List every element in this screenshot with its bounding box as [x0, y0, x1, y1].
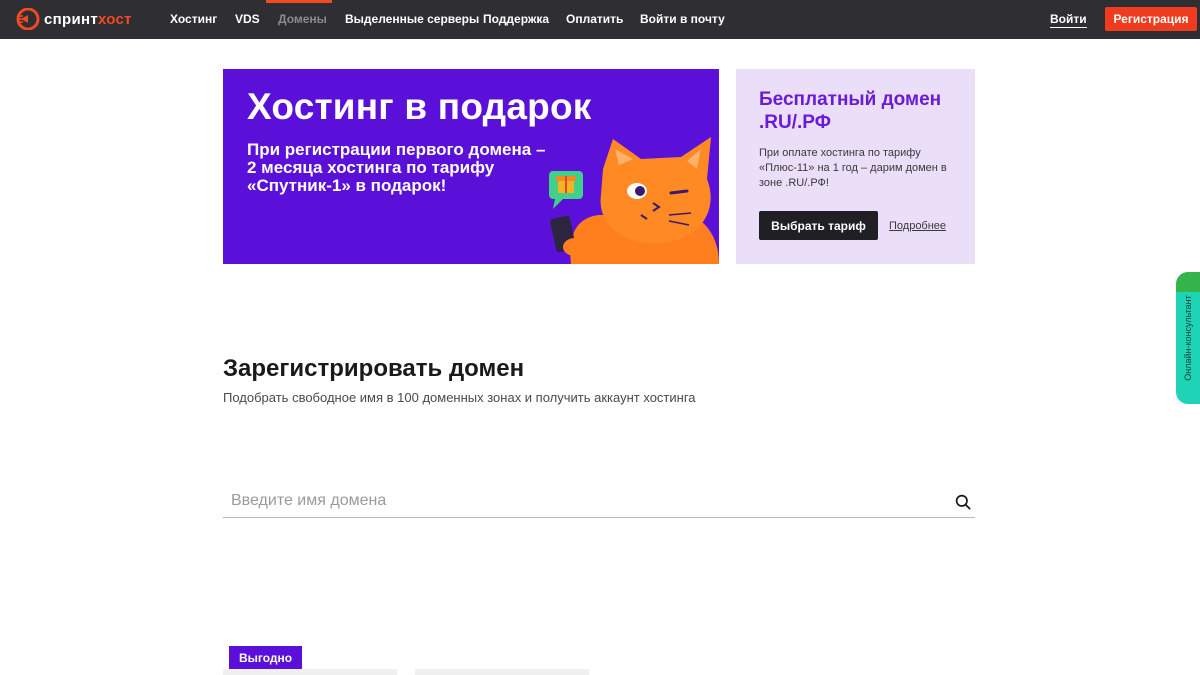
tariff-card-edge	[415, 669, 589, 675]
register-domain-subtitle: Подобрать свободное имя в 100 доменных з…	[223, 390, 696, 405]
domain-search-box	[223, 486, 975, 518]
promo-banner-free-domain: Бесплатный домен .RU/.РФ При оплате хост…	[736, 69, 975, 264]
nav-item-pay[interactable]: Оплатить	[566, 12, 623, 26]
nav-item-vds[interactable]: VDS	[235, 12, 260, 26]
nav-item-hosting[interactable]: Хостинг	[170, 12, 217, 26]
consultant-tab-cap	[1176, 272, 1200, 292]
side-promo-title: Бесплатный домен .RU/.РФ	[759, 89, 942, 133]
nav-item-support[interactable]: Поддержка	[483, 12, 549, 26]
login-link[interactable]: Войти	[1050, 12, 1087, 28]
logo-text-part1: спринт	[44, 10, 98, 28]
top-navigation-bar: спринтхост Хостинг VDS Домены Выделенные…	[0, 0, 1200, 39]
nav-item-domains[interactable]: Домены	[278, 12, 327, 26]
tariff-card-edge	[223, 669, 397, 675]
profitable-badge: Выгодно	[229, 646, 302, 669]
cat-with-phone-illustration	[549, 137, 719, 264]
nav-item-webmail[interactable]: Войти в почту	[640, 12, 725, 26]
consultant-label: Онлайн-консультант	[1183, 295, 1193, 381]
logo-icon	[16, 8, 40, 30]
promo-banner-hosting-gift[interactable]: Хостинг в подарок При регистрации первог…	[223, 69, 719, 264]
choose-tariff-button[interactable]: Выбрать тариф	[759, 211, 878, 240]
nav-item-dedicated-servers[interactable]: Выделенные серверы	[345, 12, 479, 26]
promo-title: Хостинг в подарок	[247, 86, 592, 127]
register-domain-title: Зарегистрировать домен	[223, 355, 525, 382]
nav-active-indicator	[266, 0, 332, 3]
domain-search-input[interactable]	[223, 486, 951, 516]
logo-text: спринтхост	[44, 11, 132, 28]
online-consultant-tab[interactable]: Онлайн-консультант	[1176, 272, 1200, 404]
promo-text: При регистрации первого домена – 2 месяц…	[247, 140, 546, 195]
register-button[interactable]: Регистрация	[1105, 7, 1197, 31]
site-logo[interactable]: спринтхост	[16, 8, 132, 30]
side-promo-text: При оплате хостинга по тарифу «Плюс-11» …	[759, 147, 947, 189]
more-details-link[interactable]: Подробнее	[889, 220, 946, 232]
search-icon[interactable]	[955, 494, 971, 510]
logo-text-part2: хост	[98, 10, 132, 28]
